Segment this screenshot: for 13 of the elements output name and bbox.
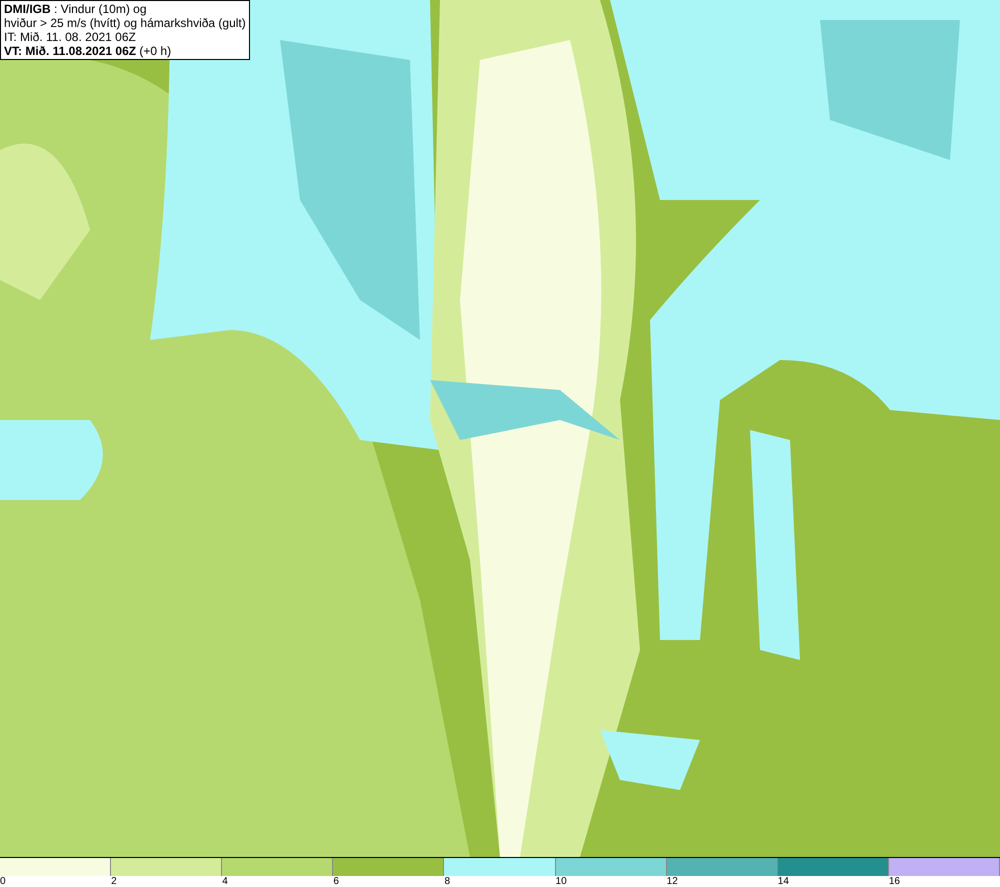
info-text: DMI/IGB : Vindur (10m) og [4, 2, 148, 16]
info-text: IT: Mið. 11. 08. 2021 06Z [4, 30, 137, 44]
info-text: hviður > 25 m/s (hvítt) og hámarkshviða (gult) [4, 16, 246, 30]
legend-label: 12 [666, 876, 678, 887]
legend-label: 0 [0, 876, 6, 887]
info-text: VT: Mið. 11.08.2021 06Z (+0 h) [4, 44, 172, 58]
legend-label: 8 [444, 876, 450, 887]
legend-label: 14 [778, 876, 789, 887]
legend-label: 4 [222, 876, 228, 887]
legend-label: 2 [111, 876, 117, 887]
legend-label: 16 [888, 876, 900, 887]
legend-label: 10 [556, 876, 567, 887]
legend-label: 6 [333, 876, 339, 887]
